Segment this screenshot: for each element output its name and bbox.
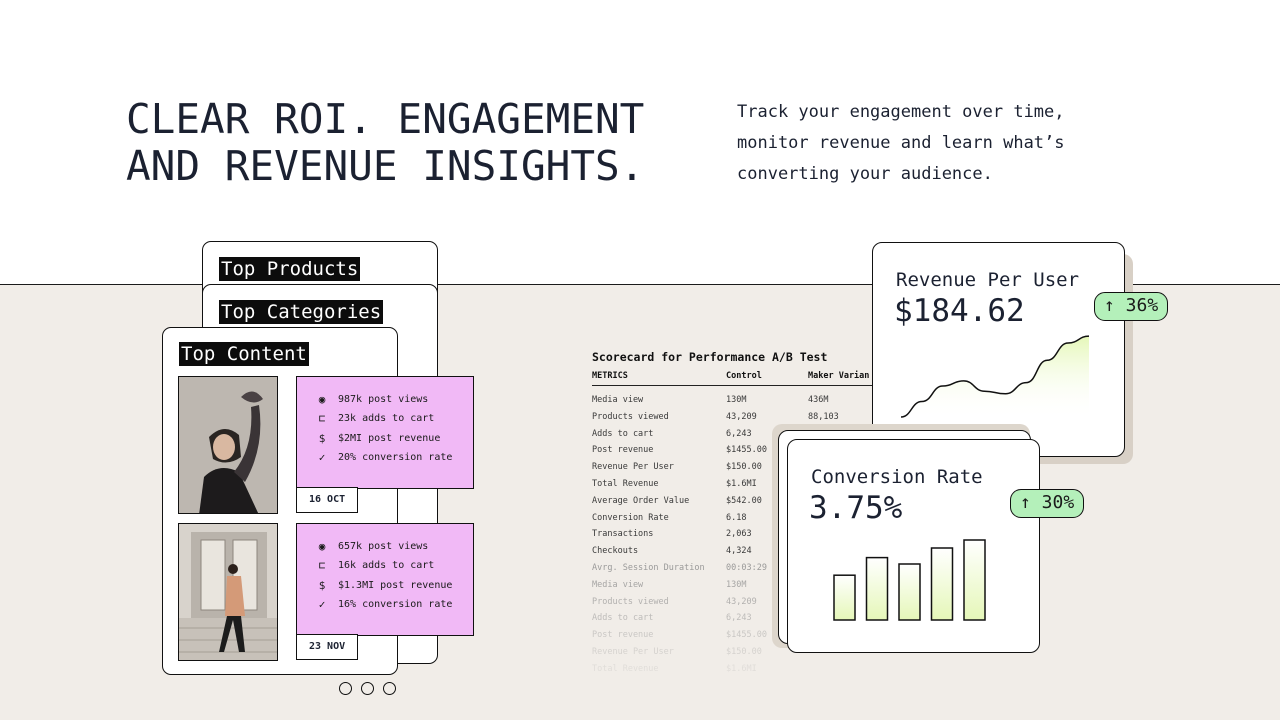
hero-subtext: Track your engagement over time, monitor… [737,97,1137,190]
conversion-rate-card[interactable]: Conversion Rate 3.75% [787,439,1040,653]
cart-icon: ⊏ [318,412,326,426]
cart-icon: ⊏ [318,559,326,573]
carousel-dots [339,682,396,695]
eye-icon: ◉ [318,540,326,554]
scorecard-control: 130M [726,395,747,405]
carousel-dot-3[interactable] [383,682,396,695]
top-products-title: Top Products [219,257,361,281]
post-date-2: 23 NOV [296,634,359,660]
scorecard-metric: Post revenue [592,630,654,641]
revenue-change-badge: ↑ 36% [1094,292,1169,321]
conversion-value: 3.75% [809,490,903,526]
top-categories-title: Top Categories [219,300,384,324]
scorecard-metric: Average Order Value [592,495,690,506]
scorecard-row: Total Revenue $1.6MI [592,661,892,678]
scorecard-metric: Total Revenue [592,478,659,489]
conversion-bar [865,556,889,621]
post-photo-2-image [179,524,277,660]
hero-headline-line-1: CLEAR ROI. ENGAGEMENT [126,95,645,143]
dollar-icon: $ [318,578,326,592]
stat-text: 987k post views [338,394,429,406]
scorecard-metric: Post revenue [592,445,654,456]
stat-row: ⊏ 16k adds to cart [315,556,473,575]
scorecard-metric: Adds to cart [592,428,654,439]
post-photo-1-image [179,377,277,513]
scorecard-metric: Revenue Per User [592,646,674,657]
hero-subtext-line-3: converting your audience. [737,164,993,184]
scorecard-metric: Products viewed [592,596,669,607]
scorecard-variant [808,661,892,678]
conversion-label: Conversion Rate [811,466,983,488]
stat-row: $ $2MI post revenue [315,429,473,448]
top-content-title: Top Content [179,342,309,366]
hero-headline: CLEAR ROI. ENGAGEMENT AND REVENUE INSIGH… [126,96,686,190]
stat-text: 657k post views [338,541,429,553]
stat-text: 16k adds to cart [338,560,435,572]
check-icon: ✓ [318,598,326,612]
eye-icon: ◉ [318,393,326,407]
scorecard-metric: Revenue Per User [592,462,674,473]
stat-row: $ $1.3MI post revenue [315,576,473,595]
conversion-bar [963,539,986,621]
post-photo-2[interactable] [178,523,278,661]
scorecard-metric: Products viewed [592,411,669,422]
trend-area [901,336,1089,419]
revenue-label: Revenue Per User [896,269,1080,291]
conversion-change-badge: ↑ 30% [1010,489,1085,518]
conversion-bar-chart [833,539,986,621]
scorecard-metric: Adds to cart [592,613,654,624]
scorecard-header-control: Control [726,371,762,381]
scorecard-metric: Transactions [592,529,654,540]
post-stats-2: ◉ 657k post views ⊏ 16k adds to cart $ $1.3… [296,523,474,636]
stat-text: 16% conversion rate [338,599,453,611]
scorecard-title: Scorecard for Performance A/B Test [592,350,828,364]
scorecard-metric: Conversion Rate [592,512,669,523]
post-date-1: 16 OCT [296,487,359,513]
carousel-dot-2[interactable] [361,682,374,695]
carousel-dot-1[interactable] [339,682,352,695]
scorecard-metric: Media view [592,579,644,590]
post-photo-1[interactable] [178,376,278,514]
stat-text: 20% conversion rate [338,452,453,464]
stat-row: ⊏ 23k adds to cart [315,409,473,428]
conversion-bar [898,563,921,621]
scorecard-control: $1.6MI [726,663,757,674]
post-stats-1: ◉ 987k post views ⊏ 23k adds to cart $ $2MI… [296,376,474,489]
scorecard-header-metrics: METRICS [592,371,628,381]
stat-row: ◉ 657k post views [315,537,473,556]
scorecard-header-row: METRICS Control Maker Varian [592,371,892,386]
check-icon: ✓ [318,451,326,465]
stat-text: $1.3MI post revenue [338,579,453,591]
scorecard-metric: Media view [592,395,644,405]
scorecard-metric: Checkouts [592,546,639,557]
stat-row: ✓ 16% conversion rate [315,595,473,614]
stat-row: ✓ 20% conversion rate [315,448,473,467]
dollar-icon: $ [318,431,326,445]
scorecard-row: Media view 130M 436M [592,392,892,409]
stat-row: ◉ 987k post views [315,390,473,409]
scorecard-metric: Total Revenue [592,663,659,674]
conversion-bar [930,547,954,621]
stat-text: 23k adds to cart [338,413,435,425]
scorecard-metric: Avrg. Session Duration [592,562,705,573]
hero-subtext-line-1: Track your engagement over time, [737,102,1065,122]
conversion-bar [833,574,856,621]
stat-text: $2MI post revenue [338,432,441,444]
hero-subtext-line-2: monitor revenue and learn what’s [737,133,1065,153]
hero-headline-line-2: AND REVENUE INSIGHTS. [126,142,645,190]
revenue-trend-chart [900,335,1090,419]
